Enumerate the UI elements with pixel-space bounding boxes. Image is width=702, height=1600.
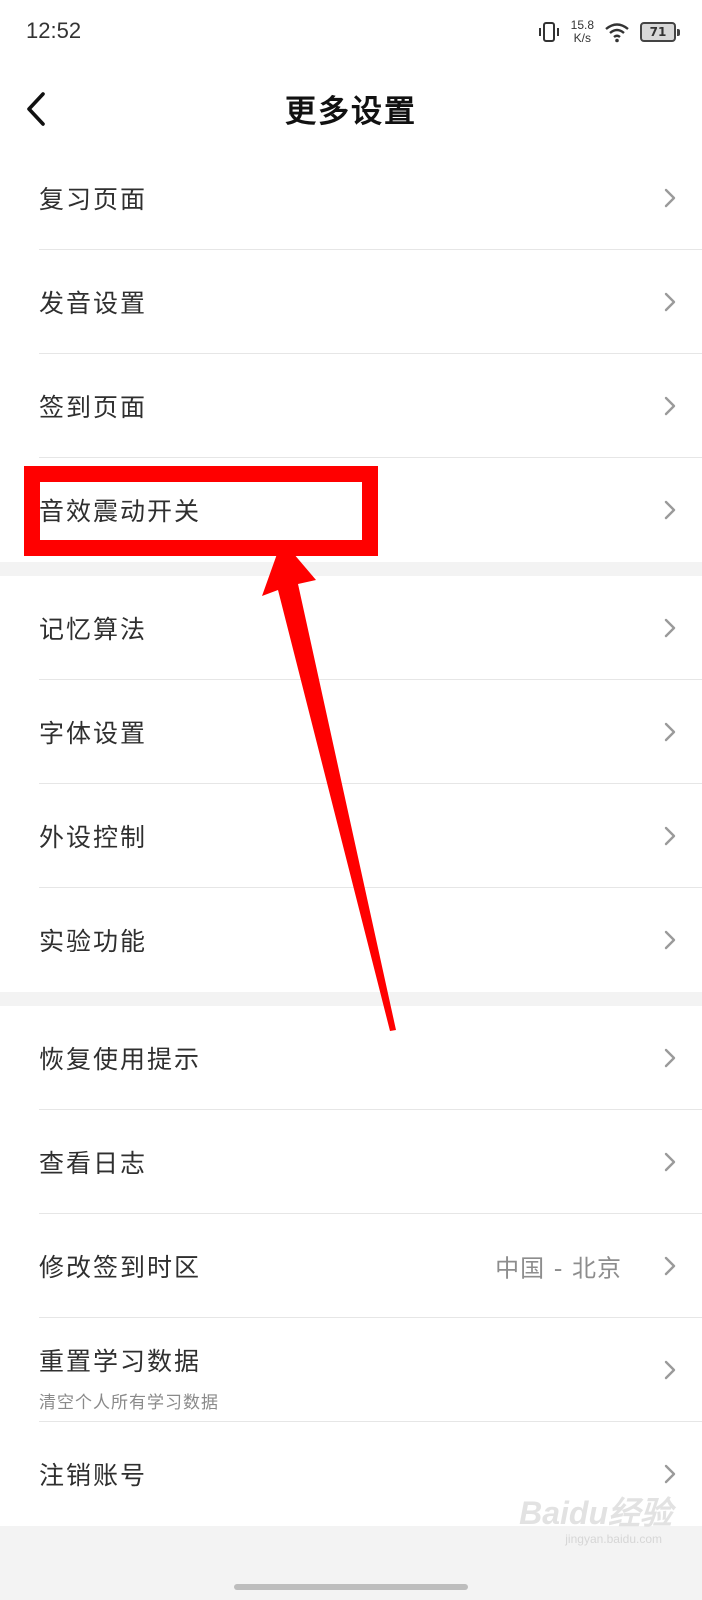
section-gap [0,992,702,1006]
setting-row-review-page[interactable]: 复习页面 [0,146,702,250]
status-icons: 15.8 K/s 71 [537,14,680,50]
setting-row-checkin-page[interactable]: 签到页面 [0,354,702,458]
setting-label: 注销账号 [39,1461,148,1490]
chevron-right-icon [664,292,676,312]
watermark-url: jingyan.baidu.com [565,1532,662,1546]
setting-row-peripheral[interactable]: 外设控制 [0,784,702,888]
setting-label: 恢复使用提示 [39,1045,202,1074]
home-indicator[interactable] [234,1584,468,1590]
settings-section-2: 记忆算法 字体设置 外设控制 实验功能 [0,576,702,992]
setting-label: 外设控制 [39,823,148,852]
setting-label: 修改签到时区 [39,1253,202,1282]
chevron-right-icon [664,396,676,416]
setting-row-reset-data[interactable]: 重置学习数据 清空个人所有学习数据 [0,1318,702,1422]
setting-label: 查看日志 [39,1149,148,1178]
setting-label: 记忆算法 [39,615,148,644]
vibrate-icon [538,22,559,42]
chevron-right-icon [664,826,676,846]
setting-label: 发音设置 [39,289,148,318]
setting-row-experimental[interactable]: 实验功能 [0,888,702,992]
status-bar: 12:52 15.8 K/s 71 [0,0,702,64]
chevron-right-icon [664,500,676,520]
page-title: 更多设置 [285,94,417,130]
section-gap [0,562,702,576]
setting-row-pronunciation[interactable]: 发音设置 [0,250,702,354]
settings-section-3: 恢复使用提示 查看日志 修改签到时区 中国 - 北京 重置学习数据 清空个人所有… [0,1006,702,1526]
setting-row-checkin-timezone[interactable]: 修改签到时区 中国 - 北京 [0,1214,702,1318]
network-speed: 15.8 K/s [571,19,594,45]
chevron-right-icon [664,930,676,950]
setting-label: 签到页面 [39,393,148,422]
chevron-right-icon [664,1464,676,1484]
setting-row-sound-vibration[interactable]: 音效震动开关 [0,458,702,562]
chevron-right-icon [664,1152,676,1172]
chevron-right-icon [664,618,676,638]
chevron-right-icon [664,1048,676,1068]
watermark-logo: Baidu经验 [519,1495,672,1531]
setting-label: 字体设置 [39,719,148,748]
setting-label: 复习页面 [39,185,148,214]
wifi-icon [605,23,629,43]
status-time: 12:52 [26,18,82,43]
setting-row-font[interactable]: 字体设置 [0,680,702,784]
chevron-right-icon [664,188,676,208]
battery-icon: 71 [640,22,680,42]
setting-subtitle: 清空个人所有学习数据 [39,1393,219,1413]
chevron-right-icon [664,1360,676,1380]
setting-row-memory-algorithm[interactable]: 记忆算法 [0,576,702,680]
battery-level: 71 [649,25,667,39]
setting-label: 音效震动开关 [39,497,202,526]
chevron-right-icon [664,722,676,742]
chevron-right-icon [664,1256,676,1276]
setting-row-restore-tips[interactable]: 恢复使用提示 [0,1006,702,1110]
timezone-value: 中国 - 北京 [495,1254,622,1283]
settings-section-1: 复习页面 发音设置 签到页面 音效震动开关 [0,146,702,562]
header: 更多设置 [0,64,702,152]
network-speed-unit: K/s [573,31,591,45]
setting-row-view-log[interactable]: 查看日志 [0,1110,702,1214]
setting-label: 重置学习数据 [39,1347,202,1376]
setting-label: 实验功能 [39,927,148,956]
